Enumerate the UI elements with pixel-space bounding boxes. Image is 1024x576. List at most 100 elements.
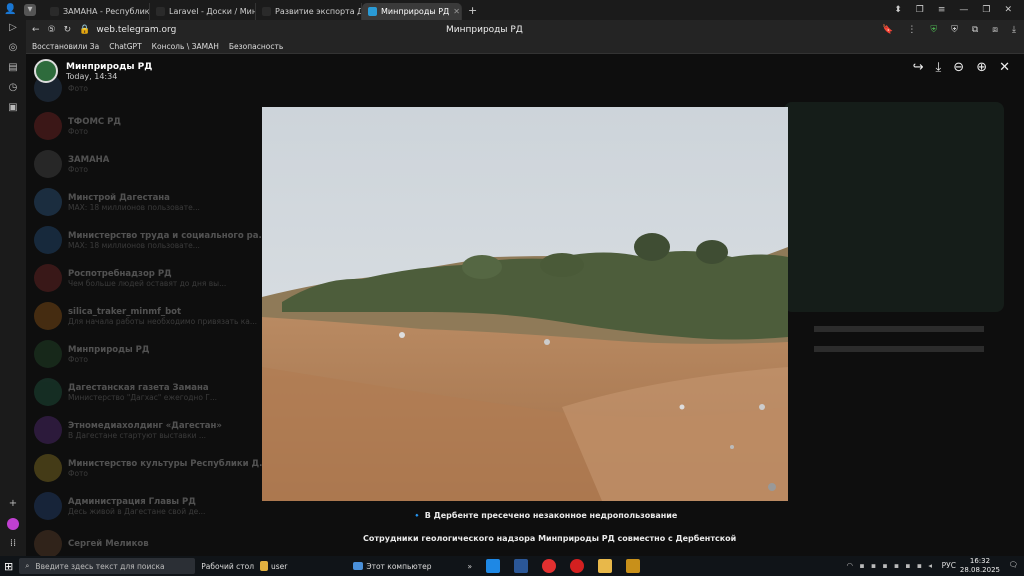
collections-side-icon[interactable]: ▤ [7, 62, 19, 74]
more-icon[interactable]: ⋮ [907, 25, 916, 35]
chat-name: Министерство труда и социального ра... [68, 230, 269, 241]
extension-shield-icon[interactable]: ⛨ [951, 25, 958, 35]
chat-avatar [34, 150, 62, 178]
sand-quarry-photo [262, 107, 788, 501]
chat-list-item[interactable]: Министерство труда и социального ра... МА… [34, 222, 274, 258]
tab-search-icon[interactable]: ▾ [24, 4, 36, 16]
desktop-toolbar[interactable]: Рабочий стол [201, 562, 254, 571]
lock-icon: 🔒 [79, 24, 91, 35]
chat-list-item[interactable]: Министерство культуры Республики Д... Фот… [34, 450, 274, 486]
close-window-button[interactable]: ✕ [1004, 5, 1012, 15]
chat-preview: Для начала работы необходимо привязать к… [68, 316, 258, 326]
chat-avatar [34, 492, 62, 520]
bookmark-item[interactable]: Консоль \ ЗАМАН [152, 42, 219, 51]
download-icon[interactable]: ⤓ [1012, 25, 1016, 35]
camera-icon[interactable]: ◎ [7, 42, 19, 54]
add-panel-icon[interactable]: + [7, 498, 19, 510]
download-media-icon[interactable]: ⤓ [936, 60, 942, 75]
media-photo[interactable] [262, 107, 788, 501]
chat-list-item[interactable]: Этномедиахолдинг «Дагестан» В Дагестане с… [34, 412, 274, 448]
tray-icons[interactable]: ◠ ▪ ▪ ▪ ▪ ▪ ▪ ◂ [847, 561, 935, 570]
bookmark-item[interactable]: Безопасность [229, 42, 283, 51]
windows-start-icon[interactable]: ⊞ [4, 560, 13, 573]
bookmark-item[interactable]: Восстановили За [32, 42, 99, 51]
chat-list-item[interactable]: Администрация Главы РД Десь живой в Дагес… [34, 488, 274, 524]
this-pc[interactable]: Этот компьютер [353, 562, 431, 571]
history-icon[interactable]: ◷ [7, 82, 19, 94]
browser-tab[interactable]: Laravel - Доски / Минпс✕ [150, 3, 256, 20]
chat-name: Минприроды РД [68, 344, 150, 355]
chat-preview: Десь живой в Дагестане свой де... [68, 506, 206, 516]
zoom-out-icon[interactable]: ⊖ [953, 60, 964, 75]
user-icon [260, 561, 268, 571]
notifications-icon[interactable]: 🗨 [1008, 560, 1018, 569]
computer-icon [353, 562, 364, 570]
bookmark-icon[interactable]: 🔖 [882, 25, 893, 35]
downloads-icon[interactable]: ⬍ [894, 5, 902, 15]
zoom-in-icon[interactable]: ⊕ [976, 60, 987, 75]
chat-name: Сергей Меликов [68, 539, 149, 549]
page-title: Минприроды РД [446, 24, 523, 35]
chat-avatar [34, 454, 62, 482]
reload-icon[interactable]: ↻ [64, 25, 72, 35]
chat-preview: Фото [68, 468, 89, 478]
profile-icon[interactable]: 👤 [4, 4, 16, 16]
chat-name: Этномедиахолдинг «Дагестан» [68, 420, 222, 431]
chat-list-item[interactable]: silica_traker_minmf_bot Для начала работы… [34, 298, 274, 334]
chat-list-item[interactable]: Минприроды РД Фото [34, 336, 274, 372]
tab-favicon [50, 7, 59, 16]
language-indicator[interactable]: РУС [942, 561, 956, 570]
minimize-button[interactable]: — [959, 5, 968, 15]
collections-icon[interactable]: ❐ [916, 5, 924, 15]
vscode-icon[interactable] [486, 559, 501, 573]
chat-list-item[interactable]: ЗАМАНА Фото [34, 146, 274, 182]
adblock-icon[interactable]: ⛨ [930, 25, 937, 35]
tab-close-icon[interactable]: ✕ [453, 7, 460, 16]
taskbar-search[interactable]: ⌕ Введите здесь текст для поиска [19, 558, 196, 574]
bookmark-item[interactable]: ChatGPT [109, 42, 141, 51]
chat-preview: Фото [68, 83, 89, 93]
forward-icon[interactable]: ↪ [913, 60, 924, 75]
search-placeholder: Введите здесь текст для поиска [35, 561, 165, 571]
alice-icon[interactable] [7, 518, 19, 530]
clock[interactable]: 16:32 28.08.2025 [960, 557, 1000, 575]
translate-icon[interactable]: ⧈ [992, 25, 998, 35]
grid-icon[interactable]: ⁞⁞ [7, 538, 19, 550]
browser-sidebar: ▷ ◎ ▤ ◷ ▣ + ⁞⁞ [0, 20, 26, 556]
user-folder[interactable]: user [260, 561, 287, 571]
browser-tab[interactable]: Развитие экспорта Дагес✕ [256, 3, 362, 20]
chat-avatar [34, 112, 62, 140]
word-icon[interactable] [514, 559, 529, 573]
new-tab-button[interactable]: + [468, 4, 477, 17]
restore-button[interactable]: ❐ [982, 5, 990, 15]
channel-avatar[interactable] [34, 59, 58, 83]
chat-list-item[interactable]: Минстрой Дагестана МАХ: 18 миллионов поль… [34, 184, 274, 220]
opera-icon[interactable] [570, 559, 585, 573]
chat-list-item[interactable]: Роспотребнадзор РД Чем больше людей остав… [34, 260, 274, 296]
chat-list-item[interactable]: Дагестанская газета Замана Министерство "… [34, 374, 274, 410]
back-icon[interactable]: ← [32, 25, 40, 35]
chat-name: Роспотребнадзор РД [68, 268, 172, 279]
chat-avatar [34, 530, 62, 558]
security-app-icon[interactable] [626, 559, 641, 573]
menu-icon[interactable]: ≡ [938, 5, 946, 15]
clock-date: 28.08.2025 [959, 566, 1000, 574]
browser-tab[interactable]: ЗАМАНА - Республиканс✕ [44, 3, 150, 20]
bookmarks-bar: Восстановили За ChatGPT Консоль \ ЗАМАН Без… [26, 39, 1024, 54]
play-icon[interactable]: ▷ [7, 22, 19, 34]
chat-list-item[interactable]: ТФОМС РД Фото [34, 108, 274, 144]
screenshot-icon[interactable]: ⧉ [972, 25, 978, 35]
file-explorer-icon[interactable] [598, 559, 613, 573]
url-text: web.telegram.org [96, 24, 177, 35]
channel-name: Минприроды РД [66, 61, 153, 72]
close-viewer-icon[interactable]: ✕ [999, 60, 1010, 75]
tab-favicon [156, 7, 165, 16]
notes-icon[interactable]: ▣ [7, 102, 19, 114]
overflow-icon[interactable]: » [467, 562, 472, 571]
chat-preview: Министерство "Дагхас" ежегодно Г... [68, 392, 218, 402]
chat-avatar [34, 340, 62, 368]
yandex-browser-icon[interactable] [542, 559, 557, 573]
browser-tab[interactable]: Минприроды РД ✕ [362, 3, 462, 20]
chat-preview: МАХ: 18 миллионов пользовате... [68, 202, 200, 212]
shield-icon[interactable]: ⑤ [48, 25, 56, 35]
